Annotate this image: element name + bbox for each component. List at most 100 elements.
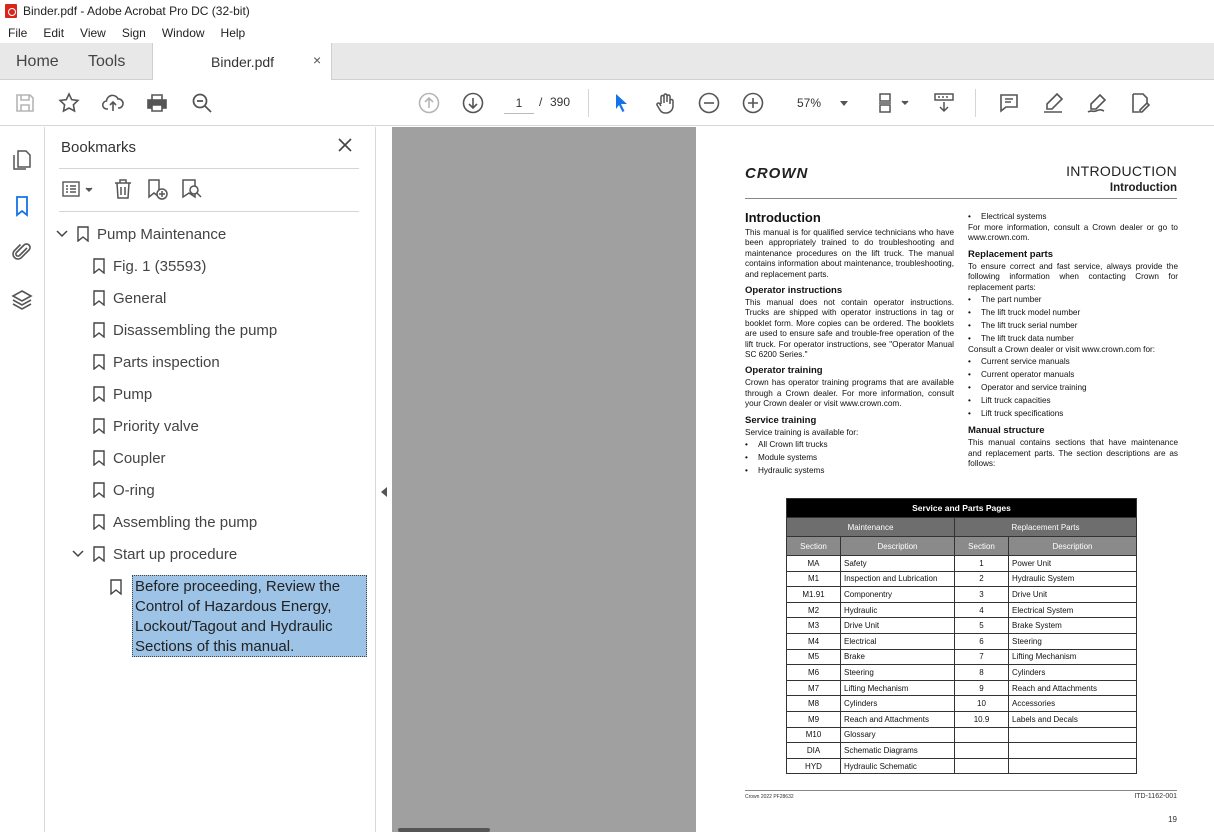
bookmark-label: Pump — [113, 385, 153, 403]
scroll-mode-icon[interactable] — [932, 91, 956, 115]
tab-document[interactable]: Binder.pdf × — [152, 43, 332, 80]
upload-cloud-icon[interactable] — [101, 91, 125, 115]
table-cell-section: M1 — [786, 570, 841, 588]
page-number-input[interactable]: 1 — [504, 92, 534, 114]
table-row: M5 Brake 7 Lifting Mechanism — [786, 648, 1137, 666]
list-item: The lift truck model number — [968, 306, 1178, 319]
sign-pen-icon[interactable] — [1085, 91, 1109, 115]
table-cell-description: Hydraulic System — [1008, 570, 1137, 588]
col-header-description-2: Description — [1008, 536, 1137, 556]
chevron-down-icon[interactable] — [71, 547, 85, 561]
close-panel-icon[interactable] — [337, 137, 353, 153]
bookmark-label: O-ring — [113, 481, 155, 499]
menu-edit[interactable]: Edit — [35, 26, 72, 40]
bookmark-parts-inspection[interactable]: Parts inspection — [93, 351, 220, 373]
table-cell-description: Power Unit — [1008, 555, 1137, 572]
bookmark-options-icon[interactable] — [61, 177, 95, 201]
table-cell-section: M10 — [786, 726, 841, 744]
col-header-description: Description — [840, 536, 955, 556]
table-title: Service and Parts Pages — [786, 498, 1137, 518]
bookmarks-panel-icon[interactable] — [10, 194, 34, 218]
delete-bookmark-icon[interactable] — [111, 177, 135, 201]
previous-page-icon[interactable] — [417, 91, 441, 115]
table-cell-section: M4 — [786, 632, 841, 650]
table-cell-section — [954, 757, 1009, 775]
select-pointer-icon[interactable] — [609, 91, 633, 115]
fill-sign-icon[interactable] — [1128, 91, 1152, 115]
zoom-out-icon[interactable] — [697, 91, 721, 115]
table-row: HYD Hydraulic Schematic — [786, 757, 1137, 775]
menu-window[interactable]: Window — [154, 26, 213, 40]
print-icon[interactable] — [145, 91, 169, 115]
zoom-level-dropdown[interactable]: 57% — [790, 92, 850, 114]
footer-right: ITD-1162-001 — [1134, 793, 1177, 800]
menu-help[interactable]: Help — [213, 26, 254, 40]
operator-training-paragraph: Crown has operator training programs tha… — [745, 378, 954, 409]
collapse-panel-arrow-icon[interactable] — [381, 487, 387, 497]
right-column: Electrical systems For more information,… — [968, 210, 1178, 470]
bookmark-o-ring[interactable]: O-ring — [93, 479, 155, 501]
table-cell-description: Drive Unit — [840, 617, 955, 634]
page-fit-icon[interactable] — [876, 91, 912, 115]
left-navigation-rail — [0, 127, 45, 832]
table-cell-section: 6 — [954, 632, 1009, 650]
bookmark-label: Fig. 1 (35593) — [113, 257, 207, 275]
bookmark-before-proceeding-selected[interactable]: Before proceeding, Review the Control of… — [132, 575, 367, 657]
service-training-heading: Service training — [745, 414, 817, 426]
zoom-search-icon[interactable] — [190, 91, 214, 115]
bookmark-label: Parts inspection — [113, 353, 220, 371]
close-tab-icon[interactable]: × — [313, 52, 321, 68]
bookmark-disassembling-the-pump[interactable]: Disassembling the pump — [93, 319, 277, 341]
operator-instructions-paragraph: This manual does not contain operator in… — [745, 298, 954, 360]
table-cell-section — [954, 742, 1009, 759]
next-page-icon[interactable] — [461, 91, 485, 115]
menu-file[interactable]: File — [0, 26, 35, 40]
zoom-in-icon[interactable] — [741, 91, 765, 115]
bookmark-coupler[interactable]: Coupler — [93, 447, 166, 469]
consult-paragraph: Consult a Crown dealer or visit www.crow… — [968, 345, 1156, 355]
bookmarks-panel: Bookmarks Pump Maintenance Fig. 1 (35593… — [45, 127, 375, 832]
find-bookmark-icon[interactable] — [179, 177, 203, 201]
menu-sign[interactable]: Sign — [114, 26, 154, 40]
horizontal-scrollbar[interactable] — [398, 828, 490, 832]
table-cell-description: Reach and Attachments — [840, 710, 955, 728]
bookmark-fig-1[interactable]: Fig. 1 (35593) — [93, 255, 206, 277]
table-group-maintenance: Maintenance — [786, 517, 955, 537]
highlight-pen-icon[interactable] — [1041, 91, 1065, 115]
toolbar: 1 / 390 57% — [0, 80, 1214, 126]
bookmark-general[interactable]: General — [93, 287, 166, 309]
table-cell-section: M6 — [786, 664, 841, 681]
table-row: M3 Drive Unit 5 Brake System — [786, 617, 1137, 634]
table-cell-description: Glossary — [840, 726, 955, 744]
hand-tool-icon[interactable] — [653, 91, 677, 115]
new-bookmark-icon[interactable] — [145, 177, 169, 201]
save-icon[interactable] — [13, 91, 37, 115]
comment-icon[interactable] — [997, 91, 1021, 115]
bookmark-priority-valve[interactable]: Priority valve — [93, 415, 199, 437]
table-cell-section: M7 — [786, 679, 841, 697]
attachments-paperclip-icon[interactable] — [10, 240, 34, 264]
table-cell-description — [1008, 726, 1137, 744]
bookmark-assembling-the-pump[interactable]: Assembling the pump — [93, 511, 257, 533]
chevron-down-icon[interactable] — [55, 227, 69, 241]
bookmark-start-up-procedure[interactable]: Start up procedure — [71, 543, 237, 565]
col-header-section-2: Section — [954, 536, 1009, 556]
page-thumbnails-icon[interactable] — [10, 148, 34, 172]
menu-view[interactable]: View — [72, 26, 114, 40]
bookmark-pump-maintenance[interactable]: Pump Maintenance — [55, 223, 226, 245]
header-rule — [745, 198, 1177, 199]
panel-splitter[interactable] — [375, 127, 392, 832]
layers-icon[interactable] — [10, 288, 34, 312]
toolbar-divider — [588, 89, 589, 117]
table-cell-description: Brake — [840, 648, 955, 666]
operator-training-heading: Operator training — [745, 365, 823, 377]
page-total: 390 — [550, 95, 571, 109]
tab-tools[interactable]: Tools — [88, 53, 125, 71]
bookmark-icon — [110, 579, 122, 595]
bookmark-pump[interactable]: Pump — [93, 383, 152, 405]
table-cell-section: 1 — [954, 555, 1009, 572]
manual-structure-heading: Manual structure — [968, 425, 1045, 437]
bookmark-icon — [93, 482, 105, 498]
star-icon[interactable] — [57, 91, 81, 115]
tab-home[interactable]: Home — [16, 53, 59, 71]
